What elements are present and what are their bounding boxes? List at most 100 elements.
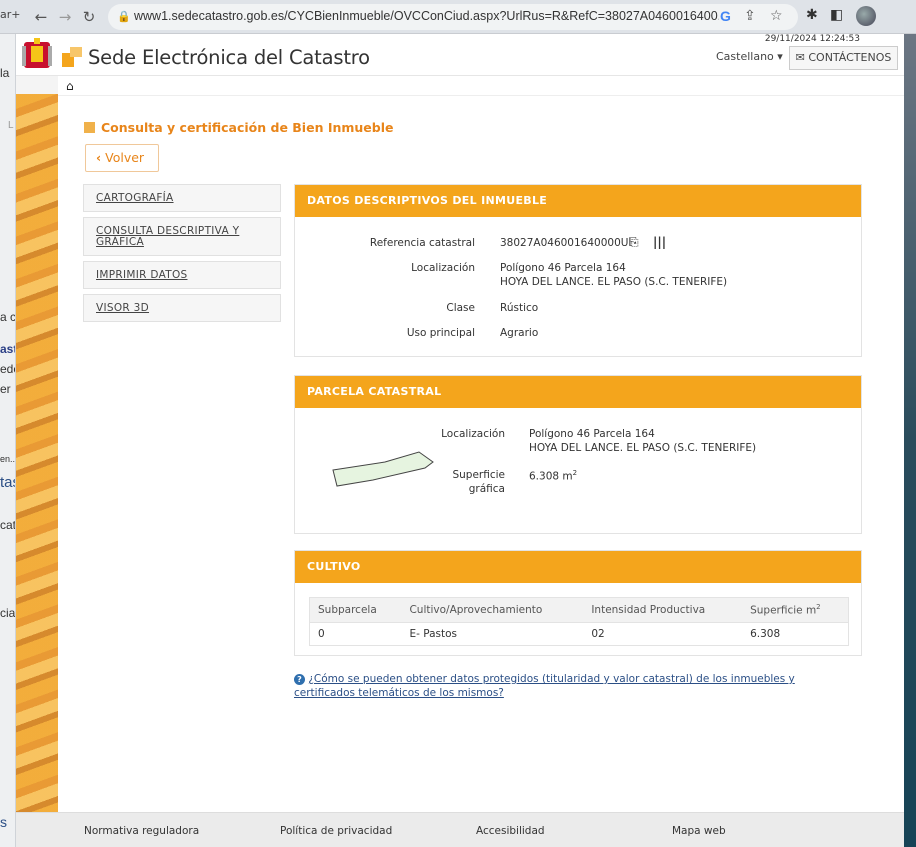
superficie-exp: 2 [572, 469, 578, 477]
site-header: Sede Electrónica del Catastro 29/11/2024… [16, 34, 904, 76]
footer-link-mapa-web[interactable]: Mapa web [672, 825, 726, 837]
superficie-unit: m [562, 470, 573, 483]
footer-link-accesibilidad[interactable]: Accesibilidad [476, 825, 545, 837]
bg-fragment: ast [0, 342, 16, 356]
barcode-icon[interactable]: ||| [653, 235, 666, 249]
copy-icon[interactable]: ⎘ [629, 235, 639, 250]
question-icon: ? [294, 674, 305, 685]
catastro-logo-icon[interactable] [62, 47, 82, 67]
help-link-text[interactable]: ¿Cómo se pueden obtener datos protegidos… [294, 673, 795, 699]
heading-square-icon [84, 122, 95, 133]
col-superficie-exp: 2 [816, 603, 821, 611]
mail-icon: ✉ [795, 51, 805, 64]
col-subparcela: Subparcela [309, 597, 402, 622]
cell-subparcela: 0 [309, 621, 402, 645]
coat-of-arms-icon[interactable] [20, 36, 54, 72]
page-title-text: Consulta y certificación de Bien Inmuebl… [101, 120, 394, 135]
cultivo-table: Subparcela Cultivo/Aprovechamiento Inten… [309, 597, 849, 646]
bg-fragment: ede [0, 362, 15, 376]
browser-toolbar: ar+ ← → ↻ 🔒 www1.sedecatastro.gob.es/CYC… [0, 0, 916, 34]
language-label: Castellano [716, 50, 774, 63]
chevron-down-icon: ▾ [777, 50, 783, 63]
bg-fragment: s [0, 814, 7, 830]
bg-fragment: cat [0, 518, 16, 532]
help-link[interactable]: ? ¿Cómo se pueden obtener datos protegid… [294, 672, 854, 700]
panel-title: PARCELA CATASTRAL [295, 376, 861, 408]
google-icon[interactable]: G [720, 8, 731, 24]
parcela-loc-line1: Polígono 46 Parcela 164 [529, 428, 655, 440]
parcela-loc-line2: HOYA DEL LANCE. EL PASO (S.C. TENERIFE) [529, 442, 757, 454]
main-content: Consulta y certificación de Bien Inmuebl… [58, 96, 904, 812]
share-icon[interactable]: ⇪ [744, 8, 756, 24]
forward-icon[interactable]: → [54, 6, 76, 28]
chevron-left-icon: ‹ [96, 150, 102, 165]
cell-intensidad: 02 [583, 621, 743, 645]
menu-item-imprimir-datos[interactable]: IMPRIMIR DATOS [83, 261, 281, 289]
parcela-loc-label: Localización [441, 428, 505, 440]
loc-label: Localización [411, 262, 475, 274]
loc-line1: Polígono 46 Parcela 164 [500, 262, 626, 274]
contact-label: CONTÁCTENOS [808, 51, 892, 64]
datos-descriptivos-panel: DATOS DESCRIPTIVOS DEL INMUEBLE Referenc… [294, 184, 862, 357]
back-icon[interactable]: ← [30, 6, 52, 28]
contact-button[interactable]: ✉ CONTÁCTENOS [789, 46, 898, 70]
bg-fragment: en... [0, 454, 16, 464]
desktop-wallpaper [904, 34, 916, 847]
panel-title: DATOS DESCRIPTIVOS DEL INMUEBLE [295, 185, 861, 217]
bg-fragment: tas [0, 474, 15, 491]
table-header-row: Subparcela Cultivo/Aprovechamiento Inten… [309, 597, 849, 622]
footer-link-privacidad[interactable]: Política de privacidad [280, 825, 392, 837]
col-superficie-text: Superficie m [750, 604, 817, 617]
col-intensidad: Intensidad Productiva [583, 597, 743, 622]
side-decorative-photo [16, 94, 58, 812]
site-title[interactable]: Sede Electrónica del Catastro [88, 46, 370, 69]
col-superficie: Superficie m2 [742, 597, 849, 622]
bg-fragment: cia [0, 606, 16, 620]
parcela-catastral-panel: PARCELA CATASTRAL Localización Polígono … [294, 375, 862, 534]
cultivo-panel: CULTIVO Subparcela Cultivo/Aprovechamien… [294, 550, 862, 656]
menu-item-visor-3d[interactable]: VISOR 3D [83, 294, 281, 322]
ref-label: Referencia catastral [369, 237, 475, 249]
background-window: la L a ca ast ede er en... tas cat cia s [0, 34, 16, 847]
web-page: Sede Electrónica del Catastro 29/11/2024… [16, 34, 904, 847]
page-title: Consulta y certificación de Bien Inmuebl… [84, 120, 393, 135]
parcel-shape-image[interactable] [329, 448, 439, 498]
home-icon[interactable]: ⌂ [66, 79, 74, 93]
bg-fragment: L [8, 120, 14, 131]
cell-cultivo: E- Pastos [401, 621, 584, 645]
cell-superficie: 6.308 [742, 621, 849, 645]
clase-label: Clase [446, 302, 475, 314]
reload-icon[interactable]: ↻ [78, 6, 100, 28]
tab-peek[interactable]: ar+ [0, 8, 20, 21]
superficie-number: 6.308 [529, 470, 560, 483]
star-icon[interactable]: ☆ [770, 8, 783, 24]
bg-fragment: a ca [0, 310, 16, 324]
superficie-value: 6.308 m2 [529, 469, 577, 483]
site-footer: Normativa reguladora Política de privaci… [16, 812, 904, 847]
extensions-icon[interactable]: ✱ [806, 7, 818, 23]
language-select[interactable]: Castellano ▾ [716, 50, 783, 63]
uso-value: Agrario [500, 327, 539, 339]
superficie-label-2: gráfica [468, 483, 505, 495]
lock-icon[interactable]: 🔒 [117, 10, 131, 23]
profile-avatar[interactable] [856, 6, 876, 26]
url-text[interactable]: www1.sedecatastro.gob.es/CYCBienInmueble… [134, 9, 719, 23]
loc-line2: HOYA DEL LANCE. EL PASO (S.C. TENERIFE) [500, 276, 728, 288]
back-label: Volver [105, 150, 145, 165]
menu-item-consulta-descriptiva[interactable]: CONSULTA DESCRIPTIVA Y GRÁFICA [83, 217, 281, 256]
table-row: 0 E- Pastos 02 6.308 [309, 621, 849, 645]
uso-label: Uso principal [406, 327, 475, 339]
superficie-label: Superficie [452, 469, 505, 481]
address-bar[interactable]: 🔒 www1.sedecatastro.gob.es/CYCBienInmueb… [108, 4, 798, 30]
sidepanel-icon[interactable]: ◧ [830, 7, 843, 23]
bg-fragment: la [0, 66, 10, 80]
col-cultivo: Cultivo/Aprovechamiento [401, 597, 584, 622]
clase-value: Rústico [500, 302, 539, 314]
panel-title: CULTIVO [295, 551, 861, 583]
bg-fragment: er [0, 382, 11, 396]
datetime: 29/11/2024 12:24:53 [764, 34, 860, 44]
footer-link-normativa[interactable]: Normativa reguladora [84, 825, 199, 837]
ref-value: 38027A046001640000UI [500, 237, 632, 249]
back-button[interactable]: ‹ Volver [85, 144, 159, 172]
menu-item-cartografia[interactable]: CARTOGRAFÍA [83, 184, 281, 212]
